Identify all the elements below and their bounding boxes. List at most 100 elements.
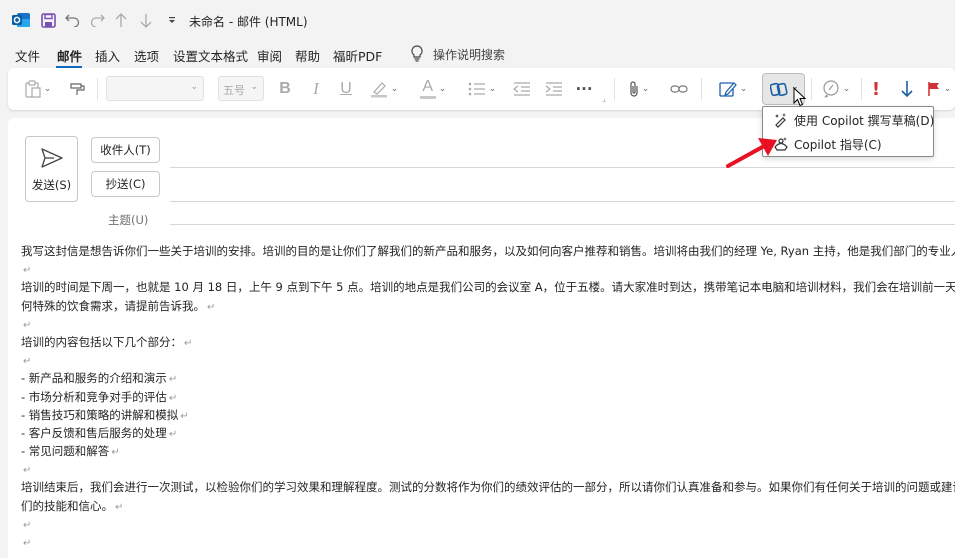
body-line[interactable]: ↵: [21, 460, 955, 478]
separator: [97, 78, 98, 100]
body-line[interactable]: 何特殊的饮食需求，请提前告诉我。 ↵: [21, 297, 955, 315]
compose-area: 发送(S) 收件人(T) 抄送(C) 主题(U) 我写这封信是想告诉你们一些关于…: [8, 118, 955, 558]
undo-icon[interactable]: [63, 11, 81, 29]
font-name-select[interactable]: ⌄: [106, 76, 204, 101]
comment-button[interactable]: ⌄: [818, 76, 854, 102]
body-line-text: - 市场分析和竞争对手的评估: [21, 389, 167, 404]
signature-button[interactable]: ⌄: [715, 76, 751, 102]
body-line[interactable]: - 客户反馈和售后服务的处理 ↵: [21, 424, 955, 442]
decrease-indent-icon[interactable]: [511, 76, 533, 102]
separator: [614, 78, 615, 100]
separator: [861, 78, 862, 100]
chevron-down-icon: ⌄: [641, 84, 650, 94]
body-line[interactable]: 们的技能和信心。 ↵: [21, 497, 955, 515]
font-color-button[interactable]: A ⌄: [414, 76, 452, 102]
cc-field[interactable]: [170, 201, 955, 202]
dialog-launcher-icon[interactable]: ⌟: [602, 94, 606, 103]
format-painter-icon[interactable]: [66, 76, 90, 102]
paragraph-mark: ↵: [207, 301, 216, 313]
ribbon-toolbar: ⌄ ⌄ 五号 ⌄ B I U ⌄ A ⌄ ⌄ ··· ⌟ ⌄ ⌄ ⌄ ⌄ ! ⌄: [8, 68, 955, 110]
copilot-draft-item[interactable]: 使用 Copilot 撰写草稿(D): [763, 108, 934, 132]
font-size-value: 五号: [223, 84, 245, 97]
tell-me-search[interactable]: 操作说明搜索: [433, 46, 505, 63]
save-icon[interactable]: [39, 11, 57, 29]
underline-button[interactable]: U: [335, 76, 357, 102]
body-line[interactable]: - 销售技巧和策略的讲解和模拟 ↵: [21, 406, 955, 424]
redo-icon[interactable]: [88, 11, 106, 29]
highlight-button[interactable]: ⌄: [365, 76, 403, 102]
chevron-down-icon: ⌄: [438, 84, 447, 94]
outlook-app-icon: [12, 13, 30, 27]
down-arrow-icon[interactable]: [137, 11, 155, 29]
subject-field[interactable]: [170, 224, 955, 225]
body-line[interactable]: 培训的内容包括以下几个部分： ↵: [21, 333, 955, 351]
cc-button[interactable]: 抄送(C): [91, 171, 160, 197]
body-line[interactable]: 培训结束后，我们会进行一次测试，以检验你们的学习效果和理解程度。测试的分数将作为…: [21, 478, 955, 496]
send-icon: [41, 148, 63, 168]
send-button[interactable]: 发送(S): [25, 136, 78, 202]
paragraph-mark: ↵: [168, 428, 178, 440]
menu-insert[interactable]: 插入: [95, 46, 120, 65]
paragraph-mark: ↵: [168, 392, 178, 404]
chevron-down-icon: ⌄: [842, 84, 851, 94]
paragraph-mark: ↵: [23, 265, 32, 277]
menu-options[interactable]: 选项: [134, 46, 159, 65]
body-line[interactable]: ↵: [21, 515, 955, 533]
menu-foxit-pdf[interactable]: 福昕PDF: [333, 46, 382, 65]
to-button[interactable]: 收件人(T): [91, 137, 160, 163]
separator: [701, 78, 702, 100]
menu-help[interactable]: 帮助: [295, 46, 320, 65]
attach-file-button[interactable]: ⌄: [622, 76, 656, 102]
body-line[interactable]: ↵: [21, 351, 955, 369]
menu-mail[interactable]: 邮件: [57, 46, 82, 65]
to-field[interactable]: [170, 167, 955, 168]
chevron-down-icon: ⌄: [943, 84, 952, 94]
menu-bar: 文件 邮件 插入 选项 设置文本格式 审阅 帮助 福昕PDF 操作说明搜索: [0, 40, 955, 68]
paragraph-mark: ↵: [180, 410, 189, 422]
font-color-letter: A: [422, 78, 434, 95]
menu-format-text[interactable]: 设置文本格式: [173, 46, 248, 65]
link-icon[interactable]: [667, 76, 691, 102]
body-line[interactable]: - 常见问题和解答 ↵: [21, 442, 955, 460]
up-arrow-icon[interactable]: [112, 11, 130, 29]
paragraph-mark: ↵: [23, 538, 32, 549]
copilot-draft-icon: [775, 113, 786, 128]
font-size-select[interactable]: 五号 ⌄: [218, 76, 264, 101]
menu-review[interactable]: 审阅: [257, 46, 282, 65]
body-line-text: - 客户反馈和售后服务的处理: [21, 425, 167, 440]
body-line[interactable]: ↵: [21, 260, 955, 278]
body-line[interactable]: 培训的时间是下周一，也就是 10 月 18 日，上午 9 点到下午 5 点。培训…: [21, 278, 955, 296]
body-line-text: - 销售技巧和策略的讲解和模拟: [21, 407, 179, 422]
paragraph-mark: ↵: [111, 447, 120, 459]
italic-button[interactable]: I: [305, 76, 327, 102]
body-line[interactable]: 我写这封信是想告诉你们一些关于培训的安排。培训的目的是让你们了解我们的新产品和服…: [21, 242, 955, 260]
lightbulb-icon[interactable]: [410, 45, 424, 63]
send-label: 发送(S): [31, 178, 72, 192]
paragraph-mark: ↵: [168, 374, 178, 386]
copilot-coach-item[interactable]: Copilot 指导(C): [763, 132, 933, 156]
copilot-coach-label: Copilot 指导(C): [794, 138, 882, 152]
follow-up-flag-icon[interactable]: ⌄: [926, 76, 952, 102]
low-importance-icon[interactable]: [898, 76, 916, 102]
body-line-text: 培训结束后，我们会进行一次测试，以检验你们的学习效果和理解程度。测试的分数将作为…: [21, 480, 955, 495]
increase-indent-icon[interactable]: [543, 76, 565, 102]
body-line[interactable]: ↵: [21, 533, 955, 551]
body-line[interactable]: - 新产品和服务的介绍和演示 ↵: [21, 369, 955, 387]
paste-button[interactable]: ⌄: [20, 76, 56, 102]
copilot-icon: [770, 82, 788, 97]
body-line-text: 培训的时间是下周一，也就是 10 月 18 日，上午 9 点到下午 5 点。培训…: [21, 280, 955, 295]
chevron-down-icon: ⌄: [488, 84, 497, 94]
bold-button[interactable]: B: [274, 76, 296, 102]
high-importance-icon[interactable]: !: [868, 76, 884, 102]
body-line-text: 们的技能和信心。: [21, 498, 113, 513]
body-line[interactable]: ↵: [21, 315, 955, 333]
bullets-button[interactable]: ⌄: [462, 76, 502, 102]
title-bar: 未命名 - 邮件 (HTML): [0, 0, 955, 40]
more-options-icon[interactable]: ···: [573, 76, 595, 102]
menu-file[interactable]: 文件: [15, 46, 40, 65]
customize-icon[interactable]: [163, 11, 181, 29]
message-body[interactable]: 我写这封信是想告诉你们一些关于培训的安排。培训的目的是让你们了解我们的新产品和服…: [21, 242, 955, 551]
chevron-down-icon: ⌄: [43, 84, 52, 94]
body-line[interactable]: - 市场分析和竞争对手的评估 ↵: [21, 388, 955, 406]
paragraph-mark: ↵: [23, 319, 32, 331]
